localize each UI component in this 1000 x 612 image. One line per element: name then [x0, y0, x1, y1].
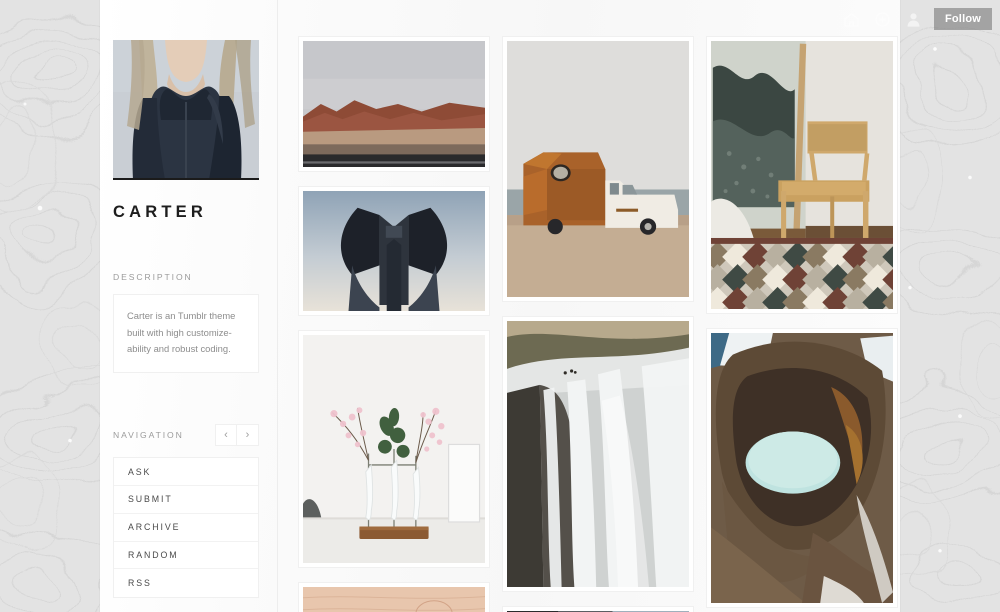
- grid-column-3: [706, 36, 898, 612]
- page-root: CARTER DESCRIPTION Carter is an Tumblr t…: [0, 0, 1000, 612]
- plus-circle-icon[interactable]: [872, 8, 894, 30]
- navigation-list: ASK SUBMIT ARCHIVE RANDOM RSS: [113, 457, 259, 599]
- grid-column-2: [502, 36, 694, 612]
- post-photo-crater-lake[interactable]: [711, 333, 893, 603]
- post[interactable]: [706, 328, 898, 608]
- post-photo-wooden-chair[interactable]: [711, 41, 893, 309]
- nav-item-ask[interactable]: ASK: [114, 458, 258, 486]
- grid-column-1: [298, 36, 490, 612]
- follow-button[interactable]: Follow: [933, 8, 992, 30]
- photo-grid: [298, 36, 900, 612]
- nav-item-random[interactable]: RANDOM: [114, 542, 258, 570]
- navigation-label: NAVIGATION: [113, 430, 184, 441]
- home-icon[interactable]: [841, 8, 863, 30]
- post-photo-desert-cliffs[interactable]: [303, 41, 485, 167]
- description-text: Carter is an Tumblr theme built with hig…: [127, 310, 236, 355]
- description-box: Carter is an Tumblr theme built with hig…: [113, 294, 259, 374]
- navigation-header: NAVIGATION ‹ ›: [113, 424, 259, 447]
- post[interactable]: [706, 36, 898, 314]
- post[interactable]: [298, 186, 490, 316]
- content-card: CARTER DESCRIPTION Carter is an Tumblr t…: [100, 0, 900, 612]
- nav-next-button[interactable]: ›: [237, 424, 259, 447]
- nav-item-archive[interactable]: ARCHIVE: [114, 514, 258, 542]
- post[interactable]: [298, 582, 490, 612]
- page-title: CARTER: [113, 203, 207, 221]
- description-label: DESCRIPTION: [113, 272, 193, 282]
- post-photo-dark-monument[interactable]: [303, 191, 485, 311]
- topbar-controls: Follow: [841, 7, 992, 31]
- post-photo-waterfall[interactable]: [507, 321, 689, 587]
- account-icon[interactable]: [903, 8, 925, 30]
- post[interactable]: [298, 36, 490, 172]
- nav-item-submit[interactable]: SUBMIT: [114, 486, 258, 514]
- post-photo-camper-truck[interactable]: [507, 41, 689, 297]
- nav-prev-button[interactable]: ‹: [215, 424, 237, 447]
- nav-item-rss[interactable]: RSS: [114, 569, 258, 597]
- sidebar-divider: [277, 0, 278, 612]
- description-section: DESCRIPTION Carter is an Tumblr theme bu…: [113, 272, 277, 374]
- post-photo-wood-surface[interactable]: [303, 587, 485, 612]
- navigation-arrows: ‹ ›: [215, 424, 259, 447]
- avatar: [113, 40, 259, 180]
- post[interactable]: [298, 330, 490, 568]
- sidebar: CARTER DESCRIPTION Carter is an Tumblr t…: [100, 0, 277, 612]
- post[interactable]: [502, 606, 694, 612]
- navigation-section: NAVIGATION ‹ › ASK SUBMIT ARCHIVE RANDOM RSS: [113, 424, 277, 599]
- post[interactable]: [502, 316, 694, 592]
- post[interactable]: [502, 36, 694, 302]
- post-photo-blossom-vases[interactable]: [303, 335, 485, 563]
